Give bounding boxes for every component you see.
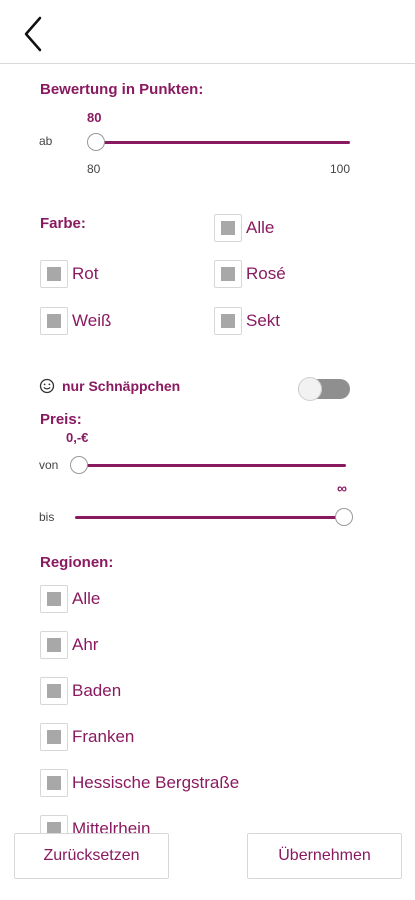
rating-current-value: 80 xyxy=(87,110,102,125)
price-to-value: ∞ xyxy=(337,480,347,496)
rating-prefix: ab xyxy=(39,134,53,148)
color-heading: Farbe: xyxy=(40,215,86,232)
reset-button[interactable]: Zurücksetzen xyxy=(14,833,169,879)
apply-button[interactable]: Übernehmen xyxy=(247,833,402,879)
region-checkbox-hessische-bergstrasse[interactable]: Hessische Bergstraße xyxy=(40,769,239,797)
price-to-label: bis xyxy=(39,510,55,524)
region-checkbox-alle[interactable]: Alle xyxy=(40,585,100,613)
back-button[interactable] xyxy=(18,14,54,54)
color-checkbox-weiss[interactable]: Weiß xyxy=(40,307,111,335)
checkbox-label: Franken xyxy=(72,727,135,746)
region-checkbox-baden[interactable]: Baden xyxy=(40,677,121,705)
rating-slider-track xyxy=(95,141,350,144)
color-checkbox-alle[interactable]: Alle xyxy=(214,214,274,242)
bargain-label: nur Schnäppchen xyxy=(62,378,181,394)
rating-slider-thumb[interactable] xyxy=(87,133,105,151)
checkbox-label: Ahr xyxy=(72,635,99,654)
price-to-slider-track xyxy=(75,516,343,519)
checkbox-label: Rosé xyxy=(246,264,286,283)
bargain-toggle[interactable] xyxy=(298,377,350,401)
checkbox-box xyxy=(214,214,242,242)
chevron-left-icon xyxy=(24,16,42,52)
checkbox-label: Sekt xyxy=(246,311,281,330)
checkbox-box xyxy=(40,307,68,335)
price-from-slider-track xyxy=(79,464,346,467)
checkbox-label: Baden xyxy=(72,681,122,700)
price-from-slider-thumb[interactable] xyxy=(70,456,88,474)
checkbox-box xyxy=(214,307,242,335)
smiley-icon xyxy=(39,378,55,399)
checkbox-label: Rot xyxy=(72,264,99,283)
toggle-knob xyxy=(298,377,322,401)
checkbox-label: Alle xyxy=(72,589,101,608)
color-checkbox-sekt[interactable]: Sekt xyxy=(214,307,280,335)
checkbox-box xyxy=(214,260,242,288)
top-bar xyxy=(0,0,415,64)
rating-max-label: 100 xyxy=(330,162,351,176)
rating-min-label: 80 xyxy=(87,162,101,176)
price-from-value: 0,-€ xyxy=(66,430,89,445)
checkbox-label: Hessische Bergstraße xyxy=(72,773,240,792)
checkbox-box xyxy=(40,585,68,613)
rating-heading: Bewertung in Punkten: xyxy=(40,81,204,98)
checkbox-box xyxy=(40,631,68,659)
color-checkbox-rot[interactable]: Rot xyxy=(40,260,98,288)
checkbox-box xyxy=(40,677,68,705)
checkbox-label: Alle xyxy=(246,218,275,237)
price-from-label: von xyxy=(39,458,59,472)
color-checkbox-rose[interactable]: Rosé xyxy=(214,260,286,288)
checkbox-label: Weiß xyxy=(72,311,112,330)
region-checkbox-franken[interactable]: Franken xyxy=(40,723,134,751)
price-to-slider-thumb[interactable] xyxy=(335,508,353,526)
checkbox-box xyxy=(40,260,68,288)
checkbox-box xyxy=(40,723,68,751)
price-heading: Preis: xyxy=(40,411,82,428)
region-checkbox-ahr[interactable]: Ahr xyxy=(40,631,98,659)
regions-heading: Regionen: xyxy=(40,554,114,571)
checkbox-box xyxy=(40,769,68,797)
